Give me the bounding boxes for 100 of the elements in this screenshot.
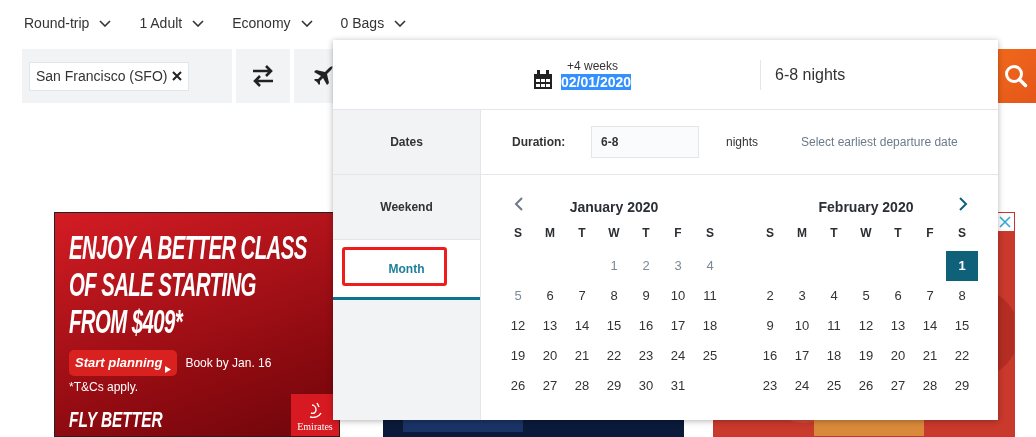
day-cell[interactable]: 19 [502,341,534,371]
chevron-down-icon [99,19,112,27]
origin-chip[interactable]: San Francisco (SFO) [29,61,190,91]
weekday-label: T [577,225,587,242]
day-cell[interactable]: 11 [694,281,726,311]
mode-tab[interactable]: Month [333,240,480,300]
day-cell[interactable]: 25 [694,341,726,371]
weekday-label: S [705,225,715,242]
day-cell[interactable]: 21 [914,341,946,371]
day-cell[interactable]: 1 [946,251,978,281]
day-cell[interactable]: 11 [818,311,850,341]
play-icon [165,365,172,373]
next-month-button[interactable] [959,197,968,211]
day-cell[interactable]: 17 [786,341,818,371]
chevron-down-icon [394,19,407,27]
previous-month-button[interactable] [514,197,523,211]
day-cell[interactable]: 8 [946,281,978,311]
dropdown-button[interactable]: Economy [232,12,313,34]
day-cell[interactable]: 31 [662,371,694,401]
duration-label: Duration: [512,134,567,151]
search-icon [1004,64,1028,88]
day-cell[interactable]: 25 [818,371,850,401]
weekday-label: F [925,225,935,242]
start-planning-button[interactable]: Start planning [69,350,178,376]
weekday-label: T [641,225,651,242]
day-cell[interactable]: 18 [694,311,726,341]
month-title: February 2020 [817,198,915,217]
day-cell[interactable]: 20 [882,341,914,371]
duration-summary[interactable]: 6-8 nights [775,62,846,87]
day-cell[interactable]: 12 [502,311,534,341]
day-cell[interactable]: 7 [566,281,598,311]
chevron-left-icon [514,197,523,211]
day-cell[interactable]: 16 [630,311,662,341]
day-cell[interactable]: 24 [662,341,694,371]
offset-text: +4 weeks [567,59,620,72]
day-cell[interactable]: 18 [818,341,850,371]
day-cell[interactable]: 23 [754,371,786,401]
dropdown-button[interactable]: 1 Adult [139,12,205,34]
day-cell[interactable]: 29 [946,371,978,401]
ad-headline: FROM $409* [69,303,185,340]
day-cell-text: 1 [609,257,619,275]
day-cell[interactable]: 20 [534,341,566,371]
weekday-label: W [607,225,621,242]
origin-text: San Francisco (SFO) [36,66,168,86]
ad-headline: ENJOY A BETTER CLASS [69,229,308,266]
terms-text: *T&Cs apply. [69,378,140,396]
day-cell[interactable]: 21 [566,341,598,371]
day-cell[interactable]: 8 [598,281,630,311]
day-cell[interactable]: 27 [534,371,566,401]
day-cell[interactable]: 28 [914,371,946,401]
dropdown-button[interactable]: Round-trip [24,12,112,34]
day-cell[interactable]: 2 [754,281,786,311]
day-cell[interactable]: 17 [662,311,694,341]
day-cell[interactable]: 24 [786,371,818,401]
day-cell[interactable]: 22 [598,341,630,371]
day-cell[interactable]: 3 [786,281,818,311]
day-cell[interactable]: 12 [850,311,882,341]
day-cell[interactable]: 22 [946,341,978,371]
day-cell-text: 2 [641,257,651,275]
tagline-text: FLY BETTER [69,407,164,432]
day-cell[interactable]: 23 [630,341,662,371]
day-cell[interactable]: 28 [566,371,598,401]
day-cell[interactable]: 14 [914,311,946,341]
day-cell[interactable]: 15 [946,311,978,341]
day-cell[interactable]: 9 [754,311,786,341]
day-cell[interactable]: 16 [754,341,786,371]
day-cell[interactable]: 10 [662,281,694,311]
swap-button[interactable] [236,49,290,103]
close-icon[interactable] [172,71,183,81]
day-cell[interactable]: 27 [882,371,914,401]
brand-text: Emirates [297,420,333,434]
weekday-label: M [796,225,808,242]
day-cell[interactable]: 5 [850,281,882,311]
duration-input[interactable]: 6-8 [591,126,699,158]
day-cell[interactable]: 30 [630,371,662,401]
day-cell[interactable]: 14 [566,311,598,341]
day-cell[interactable]: 6 [882,281,914,311]
day-cell[interactable]: 29 [598,371,630,401]
close-icon [999,216,1011,228]
day-cell[interactable]: 7 [914,281,946,311]
day-cell[interactable]: 13 [534,311,566,341]
airplane-icon [312,65,334,87]
day-cell[interactable]: 26 [850,371,882,401]
day-cell[interactable]: 19 [850,341,882,371]
hint-text: Select earliest departure date [801,134,958,151]
month-title: January 2020 [568,198,660,217]
day-cell-text: 5 [513,287,523,305]
day-cell[interactable]: 4 [818,281,850,311]
day-cell[interactable]: 6 [534,281,566,311]
deadline-text: Book by Jan. 16 [185,354,272,372]
day-cell[interactable]: 10 [786,311,818,341]
unit-label: nights [726,134,760,151]
ad-headline: OF SALE STARTING [69,266,257,303]
day-cell[interactable]: 15 [598,311,630,341]
dropdown-button[interactable]: 0 Bags [340,12,407,34]
weekday-label: T [829,225,839,242]
day-cell[interactable]: 9 [630,281,662,311]
ad-banner[interactable]: ENJOY A BETTER CLASS OF SALE STARTING FROM $409* Start planning Book by Jan. 16 *T&Cs apply. FLY BETTER Emirates [54,212,340,437]
day-cell[interactable]: 13 [882,311,914,341]
day-cell[interactable]: 26 [502,371,534,401]
